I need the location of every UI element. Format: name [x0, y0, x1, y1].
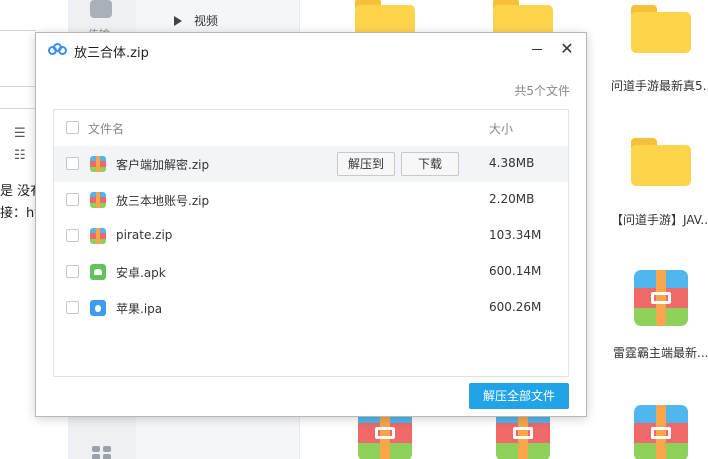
file-name: 客户端加解密.zip: [116, 158, 210, 172]
folder-name[interactable]: 【问道手游】JAV...: [611, 211, 708, 228]
extract-all-button[interactable]: 解压全部文件: [469, 383, 569, 409]
table-row[interactable]: 苹果.ipa 600.26M: [54, 290, 568, 326]
archive-icon[interactable]: [634, 270, 688, 326]
zip-file-icon: [90, 228, 106, 244]
close-icon: ✕: [560, 39, 574, 58]
divider: [0, 30, 36, 31]
column-header-size[interactable]: 大小: [489, 120, 513, 137]
zip-file-icon: [90, 192, 106, 208]
apps-grid-icon[interactable]: [92, 446, 112, 459]
column-header-name[interactable]: 文件名: [88, 120, 124, 137]
zip-file-icon: [90, 156, 106, 172]
list-icon[interactable]: ☷: [14, 148, 26, 163]
file-size: 103.34M: [489, 228, 542, 242]
file-list: 文件名 大小 客户端加解密.zip 解压到 下载 4.38MB 放三本地账号.z…: [53, 109, 569, 377]
table-row[interactable]: 客户端加解密.zip 解压到 下载 4.38MB: [54, 146, 568, 182]
divider: [0, 86, 36, 87]
cloud-logo-icon: [48, 43, 68, 57]
archive-name[interactable]: 雷霆霸主端最新...: [613, 344, 708, 361]
transfer-icon[interactable]: [90, 0, 112, 18]
row-checkbox[interactable]: [66, 193, 79, 206]
file-name: 安卓.apk: [116, 266, 166, 280]
extract-to-button[interactable]: 解压到: [337, 152, 395, 176]
file-size: 600.14M: [489, 264, 542, 278]
archive-preview-dialog: 放三合体.zip ✕ 共5个文件 文件名 大小 客户端加解密.zip 解压到 下…: [35, 32, 587, 417]
dialog-title: 放三合体.zip: [74, 46, 149, 61]
close-button[interactable]: ✕: [554, 37, 580, 61]
sidebar-item-video[interactable]: 视频: [174, 12, 218, 29]
file-name: pirate.zip: [116, 228, 173, 242]
folder-icon[interactable]: [631, 5, 691, 53]
row-checkbox[interactable]: [66, 265, 79, 278]
list-header: 文件名 大小: [54, 110, 568, 146]
row-checkbox[interactable]: [66, 301, 79, 314]
file-size: 2.20MB: [489, 192, 535, 206]
table-row[interactable]: pirate.zip 103.34M: [54, 218, 568, 254]
apk-file-icon: [90, 264, 106, 280]
file-size: 600.26M: [489, 300, 542, 314]
file-count: 共5个文件: [514, 84, 570, 98]
folder-icon[interactable]: [631, 138, 691, 186]
file-size: 4.38MB: [489, 156, 535, 170]
divider: [0, 108, 36, 109]
table-row[interactable]: 安卓.apk 600.14M: [54, 254, 568, 290]
file-name: 苹果.ipa: [116, 302, 163, 316]
file-name: 放三本地账号.zip: [116, 194, 210, 208]
align-icon[interactable]: ☰: [14, 126, 26, 141]
folder-name[interactable]: 问道手游最新真5...: [611, 77, 708, 94]
archive-icon[interactable]: [634, 405, 688, 459]
row-checkbox[interactable]: [66, 229, 79, 242]
dialog-titlebar[interactable]: 放三合体.zip ✕: [36, 33, 586, 67]
row-checkbox[interactable]: [66, 157, 79, 170]
select-all-checkbox[interactable]: [66, 121, 79, 134]
ipa-file-icon: [90, 300, 106, 316]
sidebar-item-label: 视频: [194, 14, 219, 28]
minimize-icon: [532, 48, 542, 50]
play-icon: [174, 15, 182, 26]
download-button[interactable]: 下载: [401, 152, 459, 176]
minimize-button[interactable]: [524, 37, 550, 61]
table-row[interactable]: 放三本地账号.zip 2.20MB: [54, 182, 568, 218]
